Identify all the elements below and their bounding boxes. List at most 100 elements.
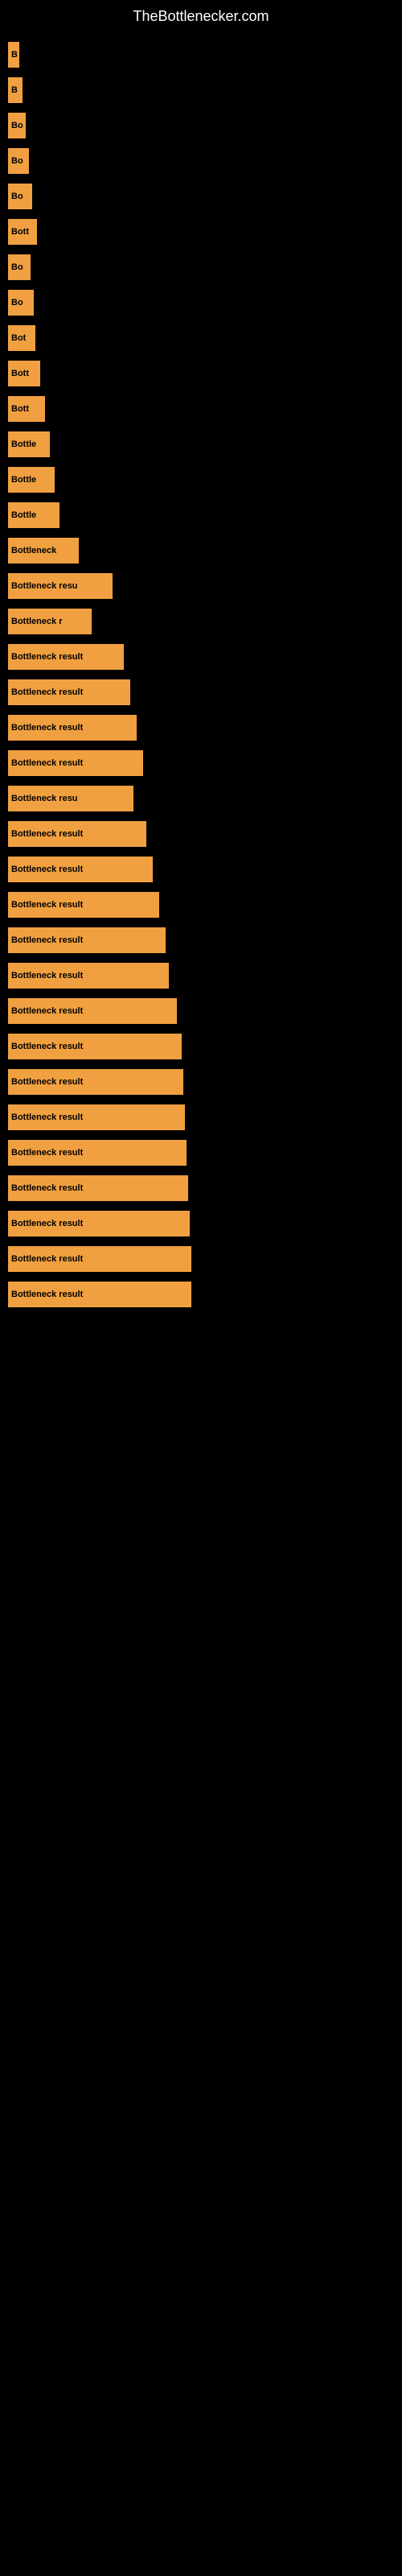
bar-row: Bott — [0, 391, 402, 427]
bar-label-1: B — [11, 85, 18, 95]
bar-row: Bott — [0, 214, 402, 250]
bar-label-14: Bottleneck — [11, 546, 56, 555]
bar-25: Bottleneck result — [8, 927, 166, 953]
bar-row: Bottleneck result — [0, 1029, 402, 1064]
bar-row: Bottleneck result — [0, 958, 402, 993]
bar-5: Bott — [8, 219, 37, 245]
bar-31: Bottleneck result — [8, 1140, 187, 1166]
bar-label-13: Bottle — [11, 510, 36, 520]
bar-35: Bottleneck result — [8, 1282, 191, 1307]
bar-row: Bottleneck result — [0, 710, 402, 745]
bar-label-27: Bottleneck result — [11, 1006, 83, 1016]
bar-2: Bo — [8, 113, 26, 138]
bar-13: Bottle — [8, 502, 59, 528]
bar-label-29: Bottleneck result — [11, 1077, 83, 1087]
bar-row: Bottleneck result — [0, 639, 402, 675]
bar-row: Bot — [0, 320, 402, 356]
bar-10: Bott — [8, 396, 45, 422]
bar-row: Bo — [0, 143, 402, 179]
bar-20: Bottleneck result — [8, 750, 143, 776]
bar-row: Bottleneck result — [0, 852, 402, 887]
bar-1: B — [8, 77, 23, 103]
bar-label-34: Bottleneck result — [11, 1254, 83, 1264]
bar-row: Bottleneck — [0, 533, 402, 568]
bar-7: Bo — [8, 290, 34, 316]
bar-row: Bottleneck r — [0, 604, 402, 639]
bar-17: Bottleneck result — [8, 644, 124, 670]
bar-row: Bott — [0, 356, 402, 391]
bar-label-8: Bot — [11, 333, 26, 343]
bar-28: Bottleneck result — [8, 1034, 182, 1059]
bar-4: Bo — [8, 184, 32, 209]
bar-label-12: Bottle — [11, 475, 36, 485]
bar-row: Bottleneck result — [0, 1241, 402, 1277]
bar-label-11: Bottle — [11, 440, 36, 449]
bar-18: Bottleneck result — [8, 679, 130, 705]
bar-15: Bottleneck resu — [8, 573, 113, 599]
bar-label-20: Bottleneck result — [11, 758, 83, 768]
bar-label-28: Bottleneck result — [11, 1042, 83, 1051]
bar-label-15: Bottleneck resu — [11, 581, 78, 591]
bar-label-6: Bo — [11, 262, 23, 272]
bar-0: B — [8, 42, 19, 68]
bar-row: Bottleneck result — [0, 675, 402, 710]
bar-row: Bottle — [0, 497, 402, 533]
bar-21: Bottleneck resu — [8, 786, 133, 811]
bar-label-35: Bottleneck result — [11, 1290, 83, 1299]
bar-label-22: Bottleneck result — [11, 829, 83, 839]
bar-label-16: Bottleneck r — [11, 617, 63, 626]
bar-label-23: Bottleneck result — [11, 865, 83, 874]
bar-label-0: B — [11, 50, 18, 60]
bar-label-10: Bott — [11, 404, 29, 414]
bar-label-17: Bottleneck result — [11, 652, 83, 662]
bar-26: Bottleneck result — [8, 963, 169, 989]
bar-label-24: Bottleneck result — [11, 900, 83, 910]
bar-label-3: Bo — [11, 156, 23, 166]
bar-label-4: Bo — [11, 192, 23, 201]
bar-label-21: Bottleneck resu — [11, 794, 78, 803]
bar-label-2: Bo — [11, 121, 23, 130]
bar-row: Bottleneck result — [0, 1064, 402, 1100]
bar-27: Bottleneck result — [8, 998, 177, 1024]
bar-row: Bottleneck result — [0, 887, 402, 923]
bar-8: Bot — [8, 325, 35, 351]
bar-row: Bo — [0, 179, 402, 214]
bar-label-26: Bottleneck result — [11, 971, 83, 980]
bar-12: Bottle — [8, 467, 55, 493]
bar-14: Bottleneck — [8, 538, 79, 564]
bar-3: Bo — [8, 148, 29, 174]
bar-row: Bottleneck resu — [0, 568, 402, 604]
bar-23: Bottleneck result — [8, 857, 153, 882]
bar-label-32: Bottleneck result — [11, 1183, 83, 1193]
bar-30: Bottleneck result — [8, 1104, 185, 1130]
bar-33: Bottleneck result — [8, 1211, 190, 1236]
bar-row: B — [0, 37, 402, 72]
bar-row: Bottleneck result — [0, 993, 402, 1029]
bar-label-5: Bott — [11, 227, 29, 237]
bar-row: Bottleneck result — [0, 1206, 402, 1241]
bar-11: Bottle — [8, 431, 50, 457]
bar-row: Bo — [0, 108, 402, 143]
bar-9: Bott — [8, 361, 40, 386]
bar-row: Bottleneck result — [0, 1277, 402, 1312]
bar-29: Bottleneck result — [8, 1069, 183, 1095]
bar-row: Bo — [0, 285, 402, 320]
bar-16: Bottleneck r — [8, 609, 92, 634]
bar-label-18: Bottleneck result — [11, 687, 83, 697]
bar-row: Bottleneck resu — [0, 781, 402, 816]
bar-row: Bottleneck result — [0, 1135, 402, 1170]
bar-32: Bottleneck result — [8, 1175, 188, 1201]
bar-label-19: Bottleneck result — [11, 723, 83, 733]
site-title: TheBottlenecker.com — [0, 0, 402, 29]
bar-34: Bottleneck result — [8, 1246, 191, 1272]
bar-row: B — [0, 72, 402, 108]
bar-row: Bottleneck result — [0, 745, 402, 781]
bar-22: Bottleneck result — [8, 821, 146, 847]
bar-6: Bo — [8, 254, 31, 280]
bar-row: Bottle — [0, 427, 402, 462]
bar-row: Bottleneck result — [0, 1100, 402, 1135]
bar-label-9: Bott — [11, 369, 29, 378]
bars-container: B B Bo Bo Bo Bott Bo Bo Bot Bott Bott Bottle Bottle B… — [0, 29, 402, 1320]
bar-label-30: Bottleneck result — [11, 1113, 83, 1122]
bar-row: Bottleneck result — [0, 1170, 402, 1206]
